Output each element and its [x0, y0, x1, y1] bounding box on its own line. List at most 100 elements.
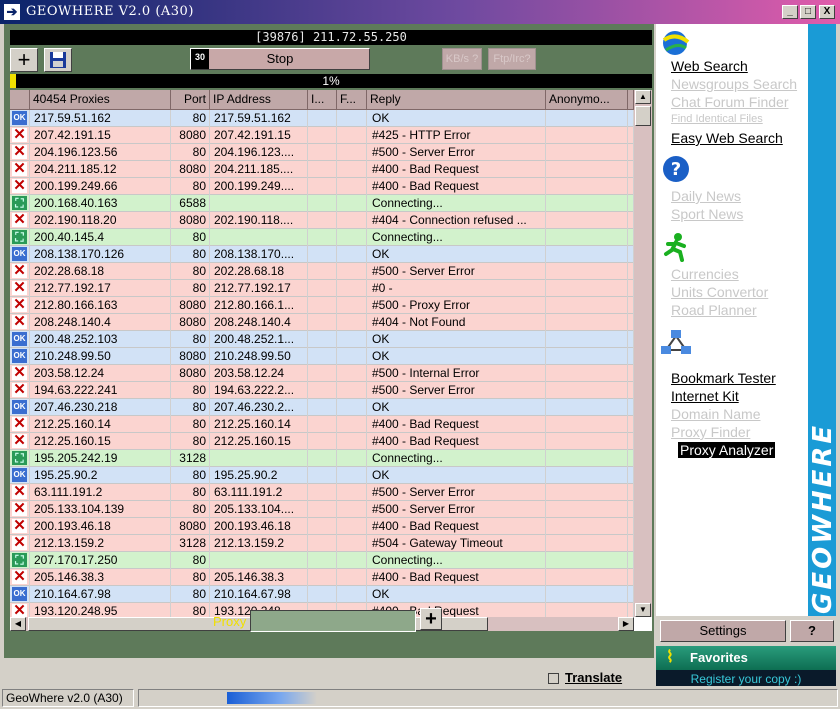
- reply-cell: OK: [367, 399, 546, 416]
- translate-toggle[interactable]: Translate: [548, 670, 622, 685]
- table-row[interactable]: OK 210.248.99.50 8080 210.248.99.50 OK: [10, 348, 634, 365]
- table-row[interactable]: ✕ 202.190.118.20 8080 202.190.118.... #404 -…: [10, 212, 634, 229]
- maximize-button[interactable]: □: [800, 5, 816, 19]
- status-icon-cell: ✕: [10, 127, 30, 144]
- ok-status-icon: OK: [12, 111, 27, 125]
- scroll-down-icon[interactable]: ▼: [635, 603, 651, 617]
- sidebar-sport-news[interactable]: Sport News: [671, 206, 743, 222]
- sidebar-web-search[interactable]: Web Search: [671, 58, 748, 74]
- scroll-up-icon[interactable]: ▲: [635, 90, 651, 104]
- table-row[interactable]: ✕ 194.63.222.241 80 194.63.222.2... #500 - S…: [10, 382, 634, 399]
- proxy-cell: 204.211.185.12: [30, 161, 171, 178]
- table-row[interactable]: ✕ 208.248.140.4 8080 208.248.140.4 #404 - No…: [10, 314, 634, 331]
- col-anonymous[interactable]: Anonymo...: [546, 90, 628, 110]
- table-row[interactable]: OK 200.48.252.103 80 200.48.252.1... OK: [10, 331, 634, 348]
- ip-cell: 212.77.192.17: [210, 280, 308, 297]
- scroll-left-icon[interactable]: ◀: [10, 617, 26, 631]
- sidebar-units-convertor[interactable]: Units Convertor: [671, 284, 768, 300]
- table-row[interactable]: ✕ 63.111.191.2 80 63.111.191.2 #500 - Server…: [10, 484, 634, 501]
- f-cell: [337, 212, 367, 229]
- col-ip-address[interactable]: IP Address: [210, 90, 308, 110]
- stop-button[interactable]: 30 Stop: [190, 48, 370, 70]
- save-button[interactable]: [44, 48, 72, 72]
- sidebar-domain-name[interactable]: Domain Name: [671, 406, 760, 422]
- sidebar-currencies[interactable]: Currencies: [671, 266, 739, 282]
- table-row[interactable]: ✕ 212.25.160.15 80 212.25.160.15 #400 - Bad …: [10, 433, 634, 450]
- i-cell: [308, 552, 337, 569]
- table-row[interactable]: OK 217.59.51.162 80 217.59.51.162 OK: [10, 110, 634, 127]
- sidebar-internet-kit[interactable]: Internet Kit: [671, 388, 739, 404]
- col-status[interactable]: [10, 90, 30, 110]
- status-icon-cell: OK: [10, 110, 30, 127]
- status-text: GeoWhere v2.0 (A30): [2, 689, 134, 707]
- ftp-irc-button[interactable]: Ftp/Irc?: [488, 48, 536, 70]
- sidebar-bookmark-tester[interactable]: Bookmark Tester: [671, 370, 776, 386]
- table-row[interactable]: ✕ 204.196.123.56 80 204.196.123.... #500 - S…: [10, 144, 634, 161]
- add-proxy-button[interactable]: +: [10, 48, 38, 72]
- i-cell: [308, 484, 337, 501]
- help-button[interactable]: ?: [790, 620, 834, 642]
- col-port[interactable]: Port: [171, 90, 210, 110]
- reply-cell: #400 - Bad Request: [367, 416, 546, 433]
- table-row[interactable]: ✕ 204.211.185.12 8080 204.211.185.... #400 -…: [10, 161, 634, 178]
- table-row[interactable]: OK 208.138.170.126 80 208.138.170.... OK: [10, 246, 634, 263]
- favorites-button[interactable]: ⌇ Favorites: [656, 646, 836, 670]
- register-link[interactable]: Register your copy :): [656, 670, 836, 686]
- col-proxies[interactable]: 40454 Proxies: [30, 90, 171, 110]
- translate-checkbox[interactable]: [548, 673, 559, 685]
- error-x-icon: ✕: [12, 382, 27, 398]
- table-row[interactable]: ✕ 212.25.160.14 80 212.25.160.14 #400 - Bad …: [10, 416, 634, 433]
- error-x-icon: ✕: [12, 127, 27, 143]
- sidebar-chat-forum-finder[interactable]: Chat Forum Finder: [671, 94, 788, 110]
- col-i[interactable]: I...: [308, 90, 337, 110]
- status-icon-cell: ✕: [10, 263, 30, 280]
- table-row[interactable]: OK 210.164.67.98 80 210.164.67.98 OK: [10, 586, 634, 603]
- minimize-button[interactable]: _: [782, 5, 798, 19]
- sidebar-easy-web-search[interactable]: Easy Web Search: [671, 130, 783, 146]
- reply-cell: #0 -: [367, 280, 546, 297]
- col-reply[interactable]: Reply: [367, 90, 546, 110]
- proxy-input[interactable]: [250, 610, 416, 632]
- table-row[interactable]: ✕ 212.80.166.163 8080 212.80.166.1... #500 -…: [10, 297, 634, 314]
- sidebar-newsgroups-search[interactable]: Newsgroups Search: [671, 76, 797, 92]
- table-row[interactable]: ✕ 202.28.68.18 80 202.28.68.18 #500 - Server…: [10, 263, 634, 280]
- table-row[interactable]: ✕ 212.13.159.2 3128 212.13.159.2 #504 - Gate…: [10, 535, 634, 552]
- vertical-scrollbar[interactable]: ▲ ▼: [634, 90, 652, 617]
- table-row[interactable]: ⛶ 195.205.242.19 3128 Connecting...: [10, 450, 634, 467]
- sidebar-road-planner[interactable]: Road Planner: [671, 302, 757, 318]
- kbs-button[interactable]: KB/s ?: [442, 48, 482, 70]
- table-row[interactable]: ✕ 205.146.38.3 80 205.146.38.3 #400 - Bad Re…: [10, 569, 634, 586]
- table-row[interactable]: ⛶ 207.170.17.250 80 Connecting...: [10, 552, 634, 569]
- sidebar-find-identical-files[interactable]: Find Identical Files: [671, 113, 763, 125]
- table-row[interactable]: ✕ 207.42.191.15 8080 207.42.191.15 #425 - HT…: [10, 127, 634, 144]
- table-row[interactable]: ⛶ 200.168.40.163 6588 Connecting...: [10, 195, 634, 212]
- proxy-cell: 195.25.90.2: [30, 467, 171, 484]
- table-row[interactable]: ✕ 212.77.192.17 80 212.77.192.17 #0 -: [10, 280, 634, 297]
- sidebar-proxy-finder[interactable]: Proxy Finder: [671, 424, 750, 440]
- col-f[interactable]: F...: [337, 90, 367, 110]
- sidebar-proxy-analyzer[interactable]: Proxy Analyzer: [678, 442, 776, 458]
- error-x-icon: ✕: [12, 365, 27, 381]
- scroll-right-icon[interactable]: ▶: [618, 617, 634, 631]
- sidebar-daily-news[interactable]: Daily News: [671, 188, 741, 204]
- app-arrow-icon[interactable]: ➔: [4, 4, 20, 20]
- table-row[interactable]: OK 195.25.90.2 80 195.25.90.2 OK: [10, 467, 634, 484]
- table-row[interactable]: OK 207.46.230.218 80 207.46.230.2... OK: [10, 399, 634, 416]
- table-row[interactable]: ✕ 203.58.12.24 8080 203.58.12.24 #500 - Inte…: [10, 365, 634, 382]
- table-row[interactable]: ✕ 200.193.46.18 8080 200.193.46.18 #400 - Ba…: [10, 518, 634, 535]
- i-cell: [308, 331, 337, 348]
- proxy-cell: 195.205.242.19: [30, 450, 171, 467]
- scroll-thumb[interactable]: [635, 106, 651, 126]
- ok-status-icon: OK: [12, 349, 27, 363]
- table-row[interactable]: ⛶ 200.40.145.4 80 Connecting...: [10, 229, 634, 246]
- table-row[interactable]: ✕ 205.133.104.139 80 205.133.104.... #500 - …: [10, 501, 634, 518]
- i-cell: [308, 348, 337, 365]
- status-icon-cell: OK: [10, 399, 30, 416]
- table-row[interactable]: ✕ 200.199.249.66 80 200.199.249.... #400 - B…: [10, 178, 634, 195]
- proxy-add-button[interactable]: +: [420, 608, 442, 630]
- close-button[interactable]: X: [819, 5, 835, 19]
- proxy-panel: [39876] 211.72.55.250 + 30 Stop KB/s ? F…: [4, 24, 654, 658]
- reply-cell: Connecting...: [367, 229, 546, 246]
- settings-button[interactable]: Settings: [660, 620, 786, 642]
- i-cell: [308, 127, 337, 144]
